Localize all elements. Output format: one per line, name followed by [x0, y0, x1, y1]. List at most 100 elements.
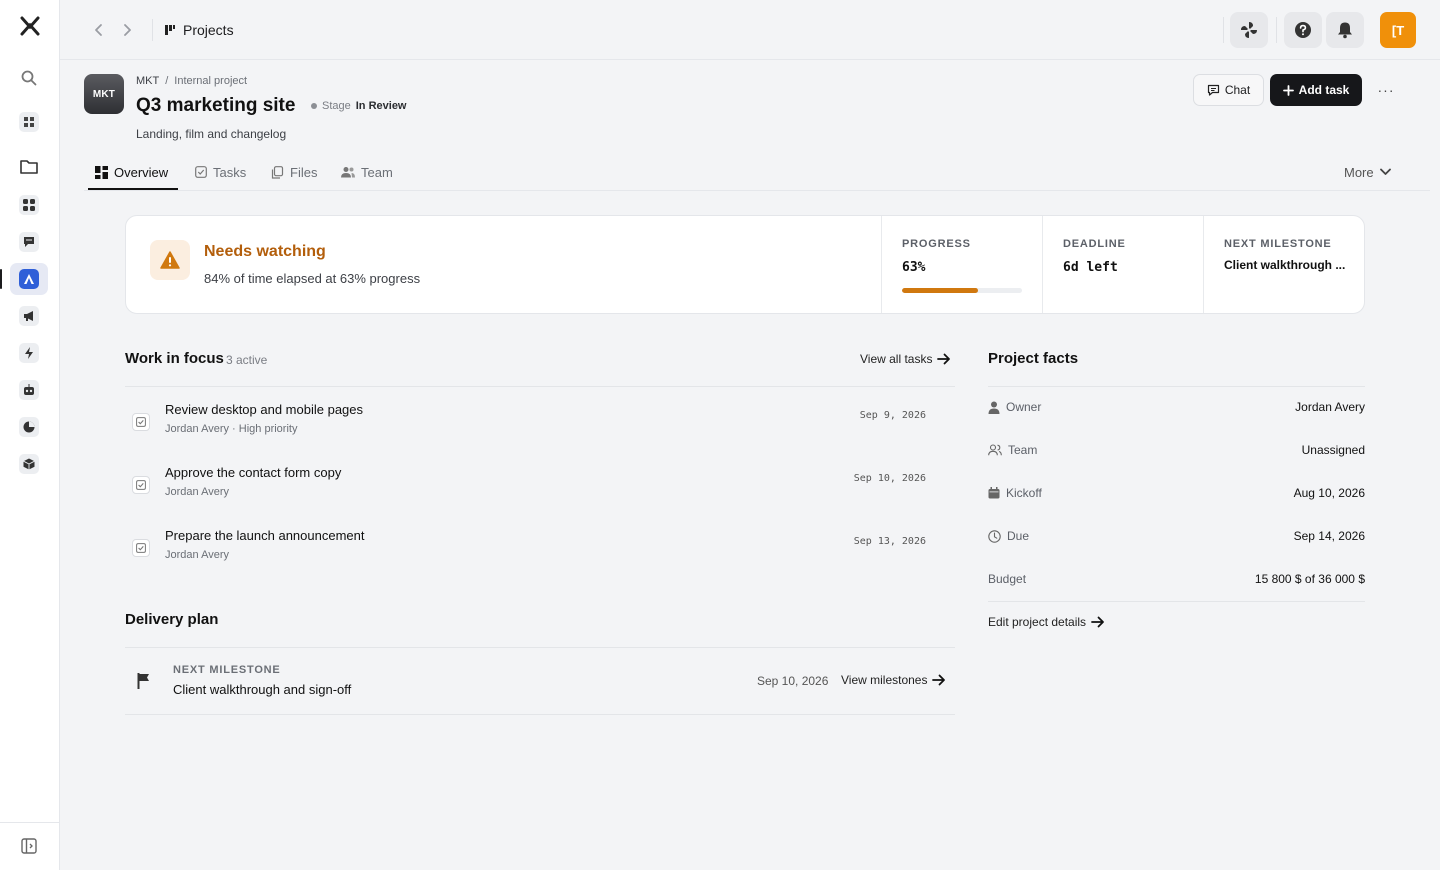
bot-icon[interactable] — [10, 374, 48, 406]
app-logo-icon[interactable] — [17, 13, 43, 39]
tab-label: Files — [290, 164, 318, 180]
bell-icon — [1338, 22, 1352, 39]
topbar-separator — [152, 19, 153, 41]
progress-bar-fill — [902, 288, 978, 293]
fact-owner: Owner Jordan Avery — [988, 398, 1365, 418]
help-button[interactable] — [1284, 12, 1322, 48]
pie-chart-icon[interactable] — [10, 411, 48, 443]
folder-icon[interactable] — [10, 151, 48, 183]
topbar-divider — [1223, 17, 1224, 43]
projects-icon[interactable] — [0, 263, 48, 295]
task-row[interactable]: Prepare the launch announcement Jordan A… — [125, 527, 955, 583]
next-milestone-date: Sep 10, 2026 — [757, 674, 829, 688]
chat-icon[interactable] — [10, 226, 48, 258]
project-icon: MKT — [84, 74, 124, 114]
fact-kickoff: Kickoff Aug 10, 2026 — [988, 484, 1365, 504]
task-checkbox[interactable] — [132, 539, 150, 557]
view-milestones-link[interactable]: View milestones — [841, 673, 946, 687]
pinwheel-button[interactable] — [1230, 12, 1268, 48]
progress-label: PROGRESS — [902, 238, 971, 250]
search-icon[interactable] — [10, 62, 48, 94]
active-count: 3 active — [226, 353, 268, 367]
task-checkbox[interactable] — [132, 413, 150, 431]
arrow-right-icon — [932, 674, 946, 686]
tab-overview[interactable]: Overview — [95, 162, 168, 182]
section-divider — [125, 714, 955, 715]
task-row[interactable]: Approve the contact form copy Jordan Ave… — [125, 464, 955, 520]
back-arrow-icon[interactable] — [90, 20, 108, 40]
project-health-card: Needs watching 84% of time elapsed at 63… — [125, 215, 1365, 314]
deadline-value: 6d left — [1063, 260, 1118, 275]
more-tabs-dropdown[interactable]: More — [1344, 162, 1391, 182]
more-options-button[interactable]: ··· — [1375, 80, 1397, 100]
task-row[interactable]: Review desktop and mobile pages Jordan A… — [125, 401, 955, 457]
edit-project-details-link[interactable]: Edit project details — [988, 615, 1105, 629]
task-title: Review desktop and mobile pages — [165, 402, 364, 417]
add-task-button[interactable]: Add task — [1270, 74, 1362, 106]
tab-tasks[interactable]: Tasks — [195, 162, 246, 182]
progress-metric: PROGRESS 63% — [881, 216, 1042, 313]
team-value[interactable]: Unassigned — [1302, 443, 1365, 457]
tabs-divider — [84, 190, 1430, 191]
health-title: Needs watching — [204, 243, 326, 260]
bolt-icon[interactable] — [10, 337, 48, 369]
crumb-separator: / — [165, 75, 169, 87]
forward-arrow-icon[interactable] — [118, 20, 136, 40]
deadline-metric: DEADLINE 6d left — [1042, 216, 1203, 313]
chat-button[interactable]: Chat — [1193, 74, 1264, 106]
avatar[interactable]: [T — [1380, 12, 1416, 48]
fact-due: Due Sep 14, 2026 — [988, 527, 1365, 547]
next-milestone-name: Client walkthrough and sign-off — [173, 682, 352, 697]
stage-dot — [311, 103, 317, 109]
check-icon — [136, 417, 146, 427]
task-due-date: Sep 10, 2026 — [853, 473, 926, 484]
progress-value: 63% — [902, 260, 926, 275]
milestone-value: Client walkthrough ... — [1224, 258, 1346, 272]
breadcrumb[interactable]: Projects — [164, 20, 234, 40]
topbar: Projects [T — [60, 0, 1440, 60]
dashboard-icon[interactable] — [10, 106, 48, 138]
pinwheel-icon — [1241, 22, 1257, 38]
person-icon — [988, 401, 1000, 414]
task-title: Prepare the launch announcement — [165, 528, 365, 543]
view-milestones-label: View milestones — [841, 673, 928, 687]
due-label: Due — [1007, 529, 1030, 543]
megaphone-icon[interactable] — [10, 300, 48, 332]
more-tab-label: More — [1344, 164, 1374, 180]
check-icon — [136, 480, 146, 490]
grid-icon — [95, 165, 108, 179]
section-divider — [125, 386, 955, 387]
owner-value[interactable]: Jordan Avery — [1295, 400, 1365, 414]
due-value: Sep 14, 2026 — [1293, 529, 1365, 543]
owner-label: Owner — [1006, 400, 1042, 414]
notifications-button[interactable] — [1326, 12, 1364, 48]
view-all-tasks-label: View all tasks — [860, 352, 933, 366]
calendar-icon — [988, 487, 1000, 499]
cube-icon[interactable] — [10, 448, 48, 480]
apps-icon[interactable] — [10, 189, 48, 221]
milestone-label: NEXT MILESTONE — [1224, 238, 1332, 250]
chat-bubble-icon — [1207, 84, 1219, 96]
team-label: Team — [1008, 443, 1038, 457]
flag-icon — [136, 672, 152, 690]
work-in-focus-title: Work in focus — [125, 350, 224, 367]
view-all-tasks-link[interactable]: View all tasks — [860, 352, 951, 366]
breadcrumb-label: Projects — [183, 22, 234, 38]
team-icon — [988, 444, 1002, 456]
milestone-metric[interactable]: NEXT MILESTONE Client walkthrough ... — [1203, 216, 1364, 313]
task-meta: Jordan Avery — [165, 549, 230, 561]
budget-label: Budget — [988, 572, 1027, 586]
task-checkbox[interactable] — [132, 476, 150, 494]
task-due-date: Sep 13, 2026 — [853, 536, 926, 547]
task-meta: Jordan Avery · High priority — [165, 423, 298, 435]
stage-badge[interactable]: Stage In Review — [311, 100, 407, 112]
section-divider — [125, 647, 955, 648]
project-code[interactable]: MKT — [136, 75, 159, 87]
stage-value: In Review — [355, 100, 407, 112]
tab-team[interactable]: Team — [341, 162, 393, 182]
collapse-sidebar-icon[interactable] — [10, 830, 48, 862]
arrow-right-icon — [1091, 616, 1104, 628]
people-icon — [341, 167, 355, 178]
tab-files[interactable]: Files — [271, 162, 317, 182]
health-subtitle: 84% of time elapsed at 63% progress — [204, 271, 421, 286]
